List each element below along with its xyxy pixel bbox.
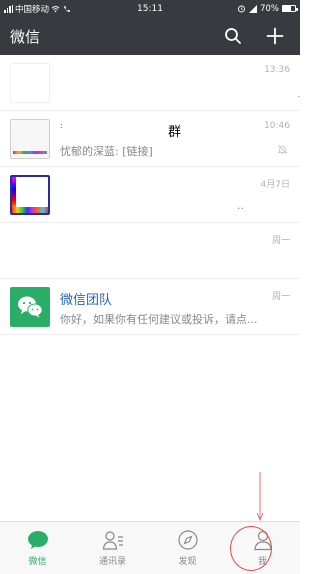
chat-bubble-icon bbox=[27, 529, 49, 551]
chat-row-wechat-team[interactable]: 微信团队 你好，如果你有任何建议或投诉，请点... 周一 bbox=[0, 279, 300, 335]
tab-chats[interactable]: 微信 bbox=[0, 522, 75, 574]
status-bar: 中国移动 15:11 70% bbox=[0, 0, 300, 17]
battery-percent: 70% bbox=[260, 3, 279, 14]
tab-label: 发现 bbox=[178, 557, 197, 567]
chat-name: 微信团队 bbox=[60, 292, 113, 308]
wechat-logo-icon bbox=[18, 296, 43, 318]
compass-icon bbox=[177, 529, 199, 551]
mute-bell-icon bbox=[277, 145, 288, 155]
chat-row-4[interactable]: 周一 bbox=[0, 223, 300, 279]
chat-time: 13:36 bbox=[264, 65, 290, 75]
redacted-mark: : bbox=[60, 120, 63, 130]
add-button[interactable] bbox=[260, 21, 290, 51]
signal-icon bbox=[4, 4, 13, 13]
avatar bbox=[10, 118, 50, 159]
chat-text bbox=[20, 231, 300, 271]
chat-time: 周一 bbox=[271, 236, 290, 246]
app-header: 微信 bbox=[0, 17, 300, 55]
plus-icon bbox=[266, 27, 284, 45]
chat-preview: .. bbox=[237, 198, 244, 212]
chat-list: 13:36 . : 群 忧郁的深蓝: [链接] 10:46 .. 4月7日 周一 bbox=[0, 55, 300, 335]
chat-name: 群 bbox=[168, 124, 182, 140]
avatar bbox=[10, 62, 50, 103]
chat-row-2[interactable]: : 群 忧郁的深蓝: [链接] 10:46 bbox=[0, 111, 300, 167]
call-icon bbox=[63, 5, 70, 12]
page-title: 微信 bbox=[10, 27, 41, 46]
tab-contacts[interactable]: 通讯录 bbox=[75, 522, 150, 574]
status-right: 70% bbox=[206, 3, 298, 14]
avatar bbox=[10, 286, 50, 327]
annotation-circle bbox=[230, 526, 272, 571]
tab-discover[interactable]: 发现 bbox=[150, 522, 225, 574]
edge-mark: . bbox=[297, 91, 300, 99]
contacts-icon bbox=[102, 529, 124, 551]
wifi-icon bbox=[51, 5, 60, 12]
search-button[interactable] bbox=[218, 21, 248, 51]
chat-preview: 忧郁的深蓝: [链接] bbox=[60, 144, 153, 158]
chat-time: 4月7日 bbox=[260, 180, 290, 190]
chat-row-3[interactable]: .. 4月7日 bbox=[0, 167, 300, 223]
tab-label: 通讯录 bbox=[98, 557, 126, 567]
chat-row-1[interactable]: 13:36 . bbox=[0, 55, 300, 111]
cellular-icon bbox=[249, 4, 258, 13]
chat-text: 微信团队 你好，如果你有任何建议或投诉，请点... bbox=[60, 287, 300, 327]
tab-bar: 微信 通讯录 发现 我 bbox=[0, 521, 300, 574]
status-time: 15:11 bbox=[137, 3, 163, 14]
avatar bbox=[10, 174, 50, 215]
tab-me[interactable]: 我 bbox=[225, 522, 300, 574]
status-left: 中国移动 bbox=[4, 3, 124, 15]
search-icon bbox=[225, 28, 241, 44]
chat-preview: 你好，如果你有任何建议或投诉，请点... bbox=[60, 312, 258, 326]
tab-label: 微信 bbox=[28, 557, 47, 567]
alarm-icon bbox=[238, 5, 246, 13]
carrier-label: 中国移动 bbox=[15, 4, 50, 15]
chat-time: 10:46 bbox=[264, 121, 290, 131]
chat-time: 周一 bbox=[271, 292, 290, 302]
annotation-arrow bbox=[256, 472, 264, 522]
battery-icon bbox=[282, 5, 298, 12]
